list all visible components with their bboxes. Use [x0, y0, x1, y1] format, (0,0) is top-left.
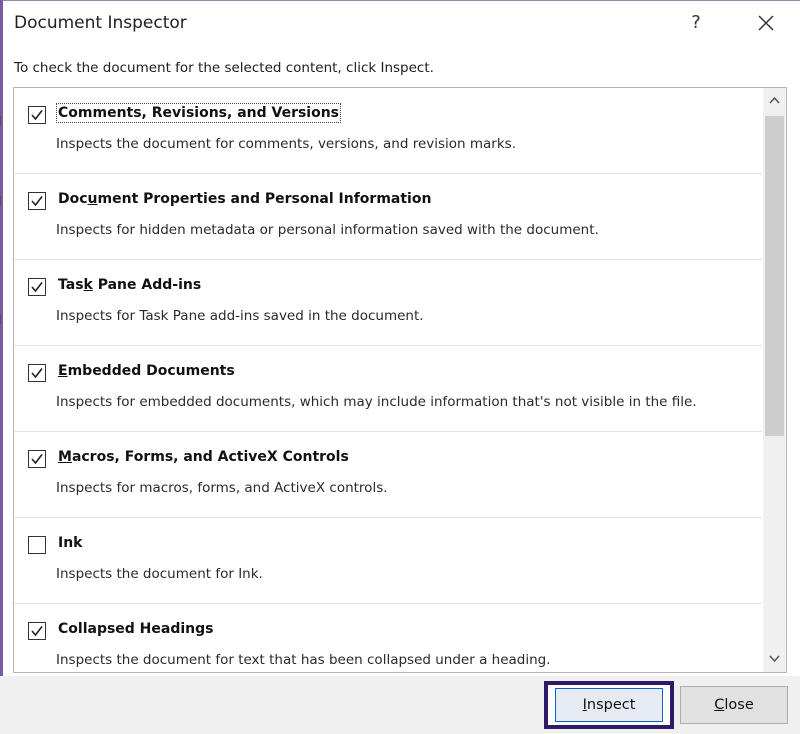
- vertical-scrollbar[interactable]: [763, 88, 786, 672]
- close-icon[interactable]: [752, 9, 780, 37]
- chevron-up-icon[interactable]: [763, 88, 786, 114]
- item-name-macros-forms[interactable]: Macros, Forms, and ActiveX Controls: [58, 449, 349, 465]
- checkbox-embedded-documents[interactable]: [28, 364, 46, 382]
- check-icon: [31, 282, 43, 293]
- item-description: Inspects for Task Pane add-ins saved in …: [56, 308, 424, 324]
- item-name-document-properties[interactable]: Document Properties and Personal Informa…: [58, 191, 431, 207]
- item-description: Inspects for macros, forms, and ActiveX …: [56, 480, 388, 496]
- window-edge-top: [0, 0, 800, 1]
- checkbox-collapsed-headings[interactable]: [28, 622, 46, 640]
- check-icon: [31, 626, 43, 637]
- check-icon: [31, 196, 43, 207]
- checkbox-macros-forms[interactable]: [28, 450, 46, 468]
- list-item: Ink Inspects the document for Ink.: [14, 518, 762, 604]
- list-item: Comments, Revisions, and Versions Inspec…: [14, 88, 762, 174]
- item-description: Inspects the document for Ink.: [56, 566, 263, 582]
- checkbox-document-properties[interactable]: [28, 192, 46, 210]
- checkbox-task-pane-addins[interactable]: [28, 278, 46, 296]
- checkbox-comments[interactable]: [28, 106, 46, 124]
- check-icon: [31, 454, 43, 465]
- dialog-title: Document Inspector: [14, 13, 187, 33]
- item-name-task-pane-addins[interactable]: Task Pane Add-ins: [58, 277, 201, 293]
- item-description: Inspects for hidden metadata or personal…: [56, 222, 599, 238]
- check-icon: [31, 110, 43, 121]
- background-glyph: [0, 116, 5, 126]
- inspect-focus-highlight: Inspect: [544, 681, 674, 729]
- list-item: Macros, Forms, and ActiveX Controls Insp…: [14, 432, 762, 518]
- instruction-text: To check the document for the selected c…: [14, 60, 434, 76]
- scroll-thumb[interactable]: [765, 116, 784, 436]
- help-button[interactable]: ?: [684, 10, 708, 36]
- item-description: Inspects for embedded documents, which m…: [56, 394, 697, 410]
- item-name-collapsed-headings[interactable]: Collapsed Headings: [58, 621, 213, 637]
- check-icon: [31, 368, 43, 379]
- list-item: Collapsed Headings Inspects the document…: [14, 604, 762, 672]
- chevron-down-icon[interactable]: [763, 646, 786, 672]
- item-name-embedded-documents[interactable]: Embedded Documents: [58, 363, 235, 379]
- inspect-button[interactable]: Inspect: [555, 688, 663, 722]
- item-name-ink[interactable]: Ink: [58, 535, 83, 551]
- list-item: Document Properties and Personal Informa…: [14, 174, 762, 260]
- item-description: Inspects the document for text that has …: [56, 652, 551, 668]
- inspection-list: Comments, Revisions, and Versions Inspec…: [13, 87, 787, 673]
- window-edge-left: [0, 0, 3, 734]
- list-item: Embedded Documents Inspects for embedded…: [14, 346, 762, 432]
- list-item: Task Pane Add-ins Inspects for Task Pane…: [14, 260, 762, 346]
- item-description: Inspects the document for comments, vers…: [56, 136, 517, 152]
- item-name-comments[interactable]: Comments, Revisions, and Versions: [55, 103, 342, 123]
- checkbox-ink[interactable]: [28, 536, 46, 554]
- background-glyph: [0, 196, 5, 206]
- background-glyph: [0, 314, 5, 324]
- close-button[interactable]: Close: [680, 686, 788, 724]
